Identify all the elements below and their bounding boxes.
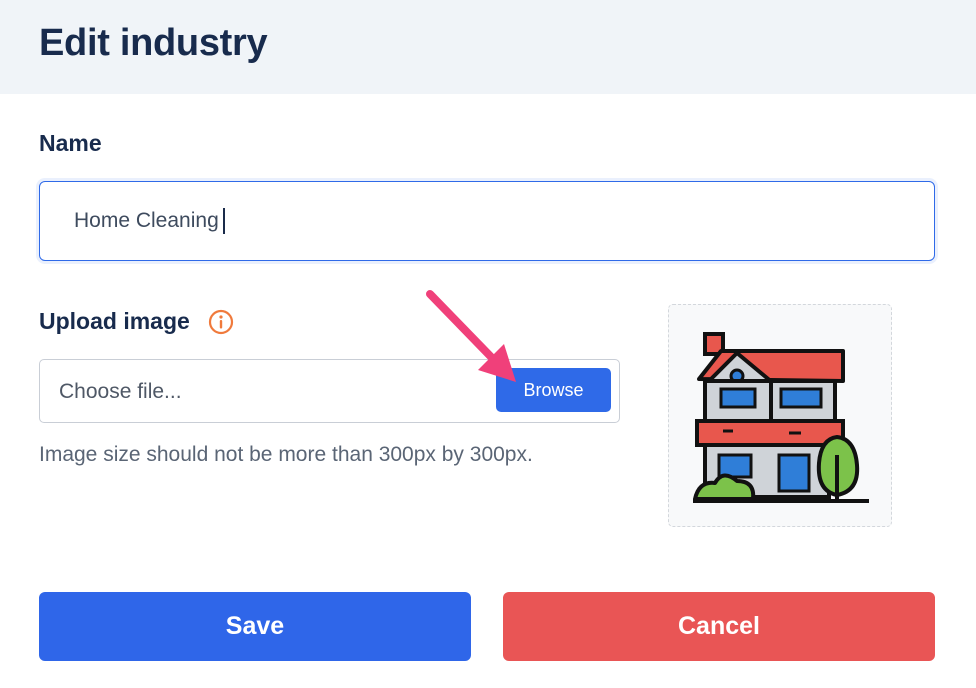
house-icon [693, 332, 869, 503]
name-input[interactable]: Home Cleaning [39, 181, 935, 261]
name-label: Name [39, 130, 102, 156]
upload-image-label: Upload image [39, 308, 190, 334]
image-preview [668, 304, 892, 527]
info-circle-icon[interactable] [208, 309, 234, 335]
page-header: Edit industry [0, 0, 976, 94]
save-button[interactable]: Save [39, 592, 471, 661]
name-input-value[interactable]: Home Cleaning [74, 209, 219, 233]
text-caret [223, 208, 225, 234]
image-size-hint: Image size should not be more than 300px… [39, 443, 533, 466]
annotation-arrow-icon [426, 290, 516, 382]
edit-industry-form: Edit industry Name Home Cleaning Upload … [0, 0, 976, 688]
cancel-button[interactable]: Cancel [503, 592, 935, 661]
file-input-placeholder: Choose file... [59, 380, 182, 403]
page-title: Edit industry [39, 22, 268, 64]
